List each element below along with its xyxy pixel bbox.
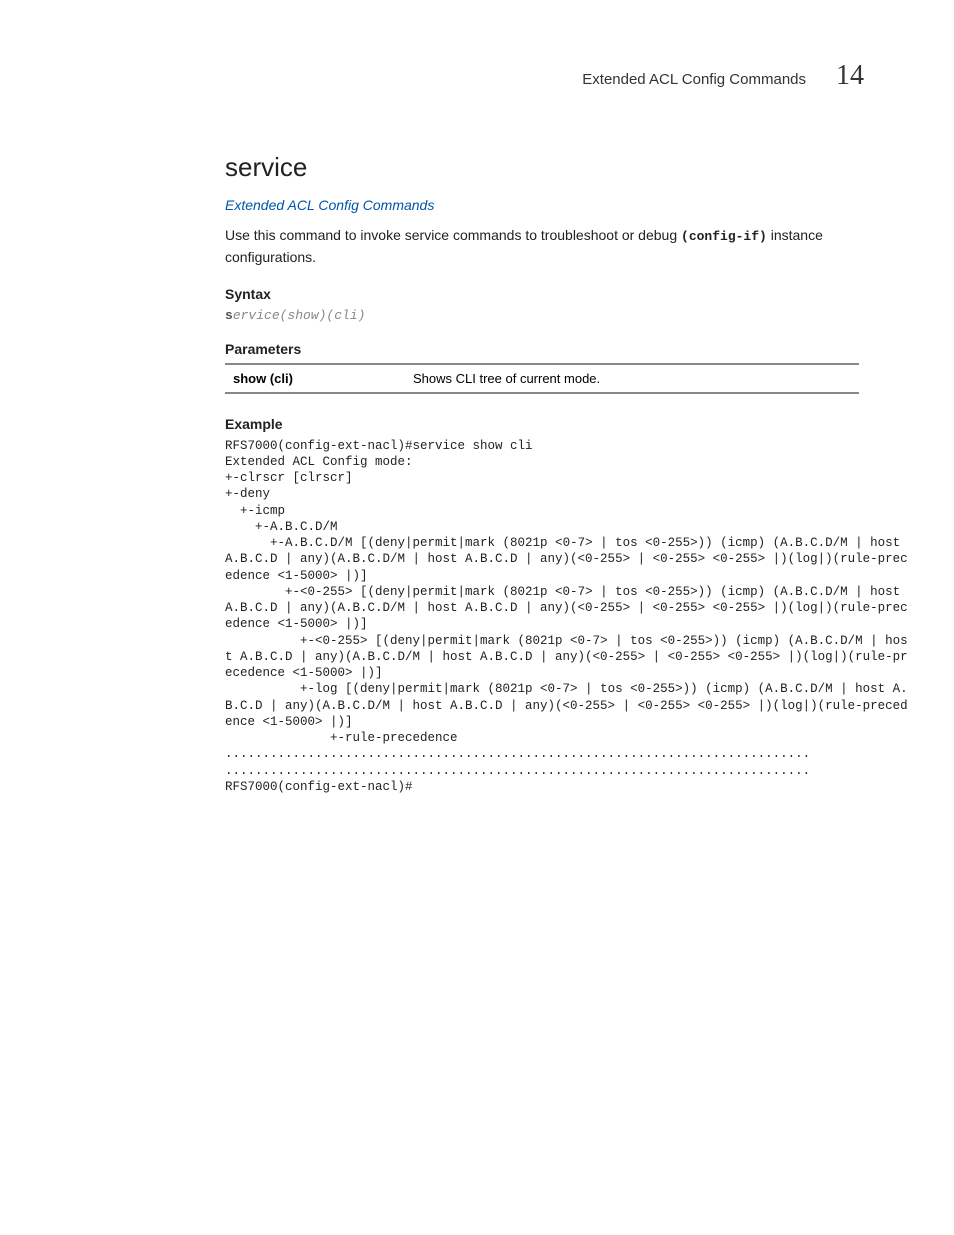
syntax-rest: ervice(show)(cli) [233,308,366,323]
param-name: show (cli) [225,364,405,393]
header-title: Extended ACL Config Commands [582,71,806,88]
desc-code: (config-if) [681,229,767,244]
breadcrumb-link[interactable]: Extended ACL Config Commands [225,197,859,213]
param-desc: Shows CLI tree of current mode. [405,364,859,393]
syntax-code: service(show)(cli) [225,308,859,323]
chapter-number: 14 [836,60,864,92]
example-heading: Example [225,416,859,432]
syntax-s: s [225,308,233,323]
page-header: Extended ACL Config Commands 14 [60,60,894,92]
parameters-table: show (cli) Shows CLI tree of current mod… [225,363,859,394]
example-code: RFS7000(config-ext-nacl)#service show cl… [225,438,910,796]
syntax-heading: Syntax [225,286,859,302]
table-row: show (cli) Shows CLI tree of current mod… [225,364,859,393]
content-area: service Extended ACL Config Commands Use… [60,152,894,795]
section-description: Use this command to invoke service comma… [225,225,859,268]
parameters-heading: Parameters [225,341,859,357]
section-title: service [225,152,859,183]
desc-pre: Use this command to invoke service comma… [225,227,681,243]
